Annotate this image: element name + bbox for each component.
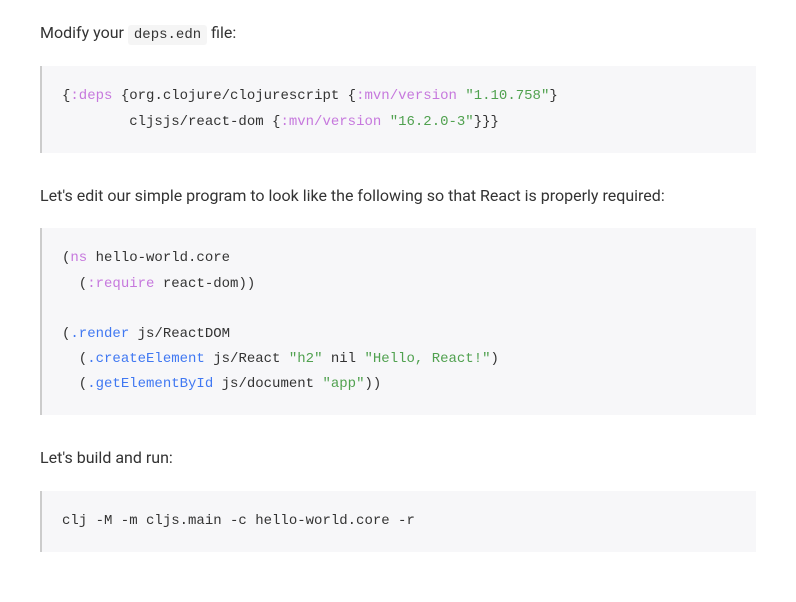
- deps-edn-code-block: {:deps {org.clojure/clojurescript {:mvn/…: [40, 66, 756, 152]
- build-run-code-block: clj -M -m cljs.main -c hello-world.core …: [40, 491, 756, 552]
- deps-edn-inline-code: deps.edn: [128, 25, 207, 45]
- para2: Let's edit our simple program to look li…: [40, 183, 756, 209]
- para1-before: Modify your: [40, 23, 128, 42]
- para3: Let's build and run:: [40, 445, 756, 471]
- clojurescript-code-block: (ns hello-world.core (:require react-dom…: [40, 228, 756, 415]
- para1-after: file:: [207, 23, 236, 42]
- intro-paragraph: Modify your deps.edn file:: [40, 20, 756, 46]
- shell-command: clj -M -m cljs.main -c hello-world.core …: [62, 513, 415, 529]
